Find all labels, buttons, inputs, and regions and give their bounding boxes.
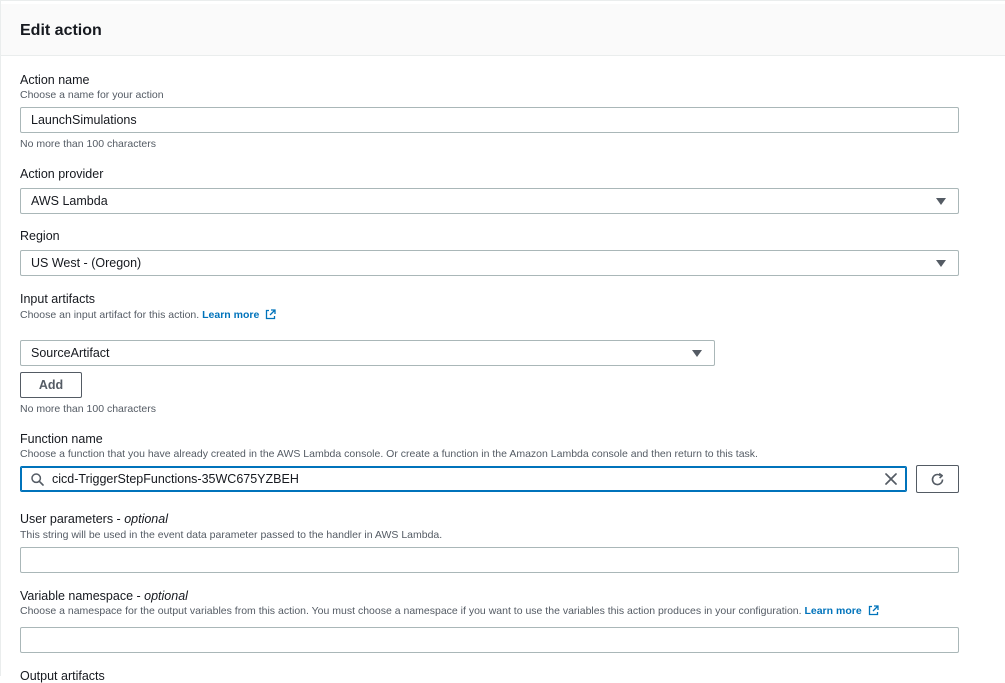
region-label: Region	[20, 229, 60, 243]
user-parameters-description: This string will be used in the event da…	[20, 529, 443, 541]
input-artifacts-label: Input artifacts	[20, 292, 96, 306]
function-name-description: Choose a function that you have already …	[20, 448, 758, 460]
learn-more-link[interactable]: Learn more	[804, 605, 861, 617]
caret-down-icon	[936, 260, 946, 267]
variable-namespace-description: Choose a namespace for the output variab…	[20, 605, 879, 617]
user-parameters-label-text: User parameters -	[20, 512, 125, 526]
action-name-constraint: No more than 100 characters	[20, 138, 156, 150]
output-artifacts-label: Output artifacts	[20, 669, 105, 683]
search-icon	[31, 473, 44, 486]
optional-tag: optional	[144, 589, 188, 603]
action-provider-value: AWS Lambda	[31, 194, 108, 208]
close-icon[interactable]	[884, 472, 898, 486]
user-parameters-input[interactable]	[20, 547, 959, 573]
function-name-label: Function name	[20, 432, 103, 446]
region-select[interactable]: US West - (Oregon)	[20, 250, 959, 276]
refresh-functions-button[interactable]	[916, 465, 959, 493]
input-artifact-value: SourceArtifact	[31, 346, 110, 360]
input-artifact-select[interactable]: SourceArtifact	[20, 340, 715, 366]
variable-namespace-description-text: Choose a namespace for the output variab…	[20, 605, 802, 617]
external-link-icon[interactable]	[265, 309, 276, 320]
add-artifact-button[interactable]: Add	[20, 372, 82, 398]
variable-namespace-label-text: Variable namespace -	[20, 589, 145, 603]
input-artifacts-description: Choose an input artifact for this action…	[20, 309, 276, 321]
function-name-search-input[interactable]: cicd-TriggerStepFunctions-35WC675YZBEH	[20, 466, 907, 492]
user-parameters-label: User parameters - optional	[20, 512, 168, 526]
action-name-input[interactable]: LaunchSimulations	[20, 107, 959, 133]
input-artifacts-constraint: No more than 100 characters	[20, 403, 156, 415]
optional-tag: optional	[124, 512, 168, 526]
action-provider-label: Action provider	[20, 167, 104, 181]
input-artifacts-description-text: Choose an input artifact for this action…	[20, 309, 200, 321]
action-name-description: Choose a name for your action	[20, 89, 164, 101]
caret-down-icon	[936, 198, 946, 205]
refresh-icon	[931, 472, 944, 486]
panel-header: Edit action	[1, 4, 1005, 56]
panel-title: Edit action	[20, 22, 102, 39]
action-provider-select[interactable]: AWS Lambda	[20, 188, 959, 214]
variable-namespace-input[interactable]	[20, 627, 959, 653]
function-name-value: cicd-TriggerStepFunctions-35WC675YZBEH	[52, 472, 299, 486]
caret-down-icon	[692, 350, 702, 357]
edit-action-panel: Edit action Action name Choose a name fo…	[0, 0, 1005, 683]
region-value: US West - (Oregon)	[31, 256, 142, 270]
learn-more-link[interactable]: Learn more	[202, 309, 259, 321]
external-link-icon[interactable]	[868, 605, 879, 616]
action-name-label: Action name	[20, 73, 90, 87]
variable-namespace-label: Variable namespace - optional	[20, 589, 188, 603]
